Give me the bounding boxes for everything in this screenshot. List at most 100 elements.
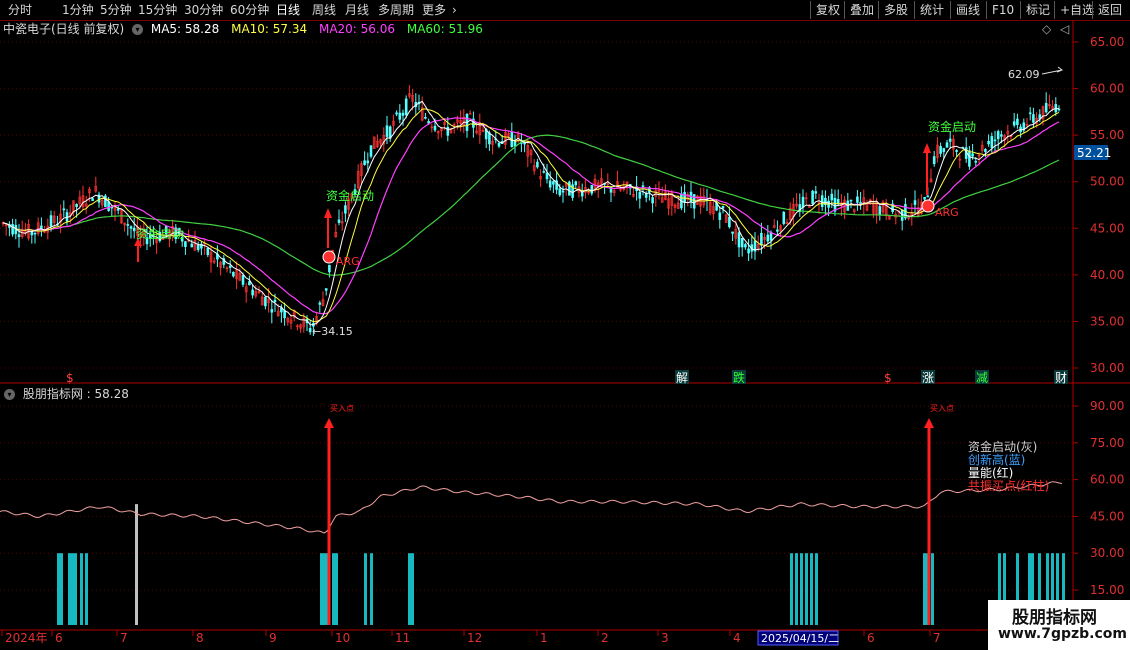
candle-body — [353, 189, 357, 195]
btn-duogu[interactable]: 多股 — [878, 1, 913, 19]
candle-body — [1006, 130, 1010, 135]
candle-body — [8, 224, 11, 228]
candle-body — [1019, 126, 1022, 133]
candle-body — [11, 224, 14, 235]
candle-body — [939, 146, 942, 154]
candle-body — [619, 187, 622, 191]
period-tab-30min[interactable]: 30分钟 — [184, 1, 223, 19]
signal-label: 资金启动 — [928, 119, 976, 134]
candle-body — [392, 120, 395, 126]
btn-huaxian[interactable]: 画线 — [950, 1, 985, 19]
candle-body — [164, 226, 168, 235]
candle-body — [356, 171, 360, 188]
candle-body — [219, 261, 222, 268]
candle-body — [193, 239, 197, 251]
candle-body — [385, 125, 389, 137]
period-tab-1min[interactable]: 1分钟 — [62, 1, 94, 19]
period-tab-5min[interactable]: 5分钟 — [100, 1, 132, 19]
diamond-icon[interactable]: ◇ — [1042, 22, 1051, 36]
arrow-tag: ARG — [935, 206, 959, 219]
indicator-bar — [795, 553, 798, 625]
candle-body — [904, 204, 907, 219]
candle-body — [692, 194, 696, 209]
up-arrow-icon — [324, 208, 332, 218]
btn-fuquan[interactable]: 复权 — [810, 1, 845, 19]
candle-body — [708, 201, 712, 214]
indicator-bar — [810, 553, 813, 625]
candle-body — [40, 225, 43, 230]
candle-body — [840, 202, 843, 207]
period-tab-weekly[interactable]: 周线 — [312, 1, 336, 19]
candle-body — [1016, 118, 1019, 125]
candle-body — [296, 325, 299, 328]
candle-body — [558, 188, 562, 196]
candle-body — [868, 199, 872, 203]
candle-body — [75, 203, 78, 208]
period-tab-fenshi[interactable]: 分时 — [8, 1, 32, 19]
ma60-label: MA60: 51.96 — [406, 22, 483, 36]
candle-body — [900, 209, 904, 221]
candle-body — [152, 235, 155, 238]
candle-body — [1, 222, 5, 225]
period-tab-multi[interactable]: 多周期 — [378, 1, 414, 19]
candle-body — [187, 239, 190, 242]
ma10-line — [2, 108, 1060, 323]
candle-body — [1028, 112, 1032, 115]
candle-body — [894, 214, 898, 218]
candle-body — [785, 222, 789, 224]
candle-body — [363, 160, 366, 165]
candle-body — [612, 190, 616, 193]
candle-body — [84, 203, 88, 207]
indicator-bar — [320, 553, 323, 625]
candle-body — [673, 204, 677, 208]
candle-body — [414, 102, 418, 108]
more-arrow-icon[interactable]: › — [452, 1, 457, 19]
candle-body — [376, 140, 379, 148]
collapse-arrow-icon[interactable]: ◁ — [1060, 22, 1069, 36]
candle-body — [1038, 114, 1042, 120]
period-tab-more[interactable]: 更多 — [422, 1, 446, 19]
candle-body — [628, 184, 632, 189]
candle-body — [340, 221, 344, 224]
indicator-bar — [411, 553, 414, 625]
candle-body — [862, 197, 866, 205]
candle-body — [107, 201, 110, 211]
candle-body — [462, 116, 466, 126]
candle-body — [833, 197, 837, 212]
time-tick-label: 12 — [467, 631, 482, 645]
candle-body — [504, 132, 507, 145]
candle-body — [984, 148, 987, 152]
candle-body — [913, 200, 917, 205]
candle-body — [420, 107, 424, 121]
candle-body — [657, 190, 661, 192]
candle-body — [132, 227, 136, 232]
period-tab-daily[interactable]: 日线 — [276, 1, 300, 19]
chevron-down-icon[interactable]: ▾ — [4, 389, 15, 400]
up-arrow-icon — [924, 418, 934, 428]
candle-body — [424, 117, 427, 119]
btn-f10[interactable]: F10 — [986, 1, 1019, 19]
period-tab-monthly[interactable]: 月线 — [345, 1, 369, 19]
candle-body — [616, 181, 619, 189]
candle-body — [27, 224, 30, 239]
up-arrow-icon — [134, 238, 142, 246]
candle-body — [555, 180, 558, 190]
candle-body — [526, 145, 530, 157]
time-tick-label: 7 — [120, 631, 128, 645]
period-tab-60min[interactable]: 60分钟 — [230, 1, 269, 19]
candle-body — [14, 224, 18, 235]
candle-body — [302, 318, 306, 328]
candle-body — [257, 291, 261, 294]
indicator-bar — [74, 553, 77, 625]
candle-body — [324, 288, 328, 291]
candle-body — [795, 203, 798, 207]
period-tab-15min[interactable]: 15分钟 — [138, 1, 177, 19]
candle-body — [849, 199, 853, 202]
btn-biaoji[interactable]: 标记 — [1020, 1, 1055, 19]
chevron-down-icon[interactable]: ▾ — [132, 24, 144, 35]
candle-body — [344, 205, 347, 214]
btn-tongji[interactable]: 统计 — [914, 1, 949, 19]
candle-body — [136, 226, 139, 236]
btn-diejia[interactable]: 叠加 — [844, 1, 879, 19]
btn-back[interactable]: 返回 — [1092, 1, 1127, 19]
